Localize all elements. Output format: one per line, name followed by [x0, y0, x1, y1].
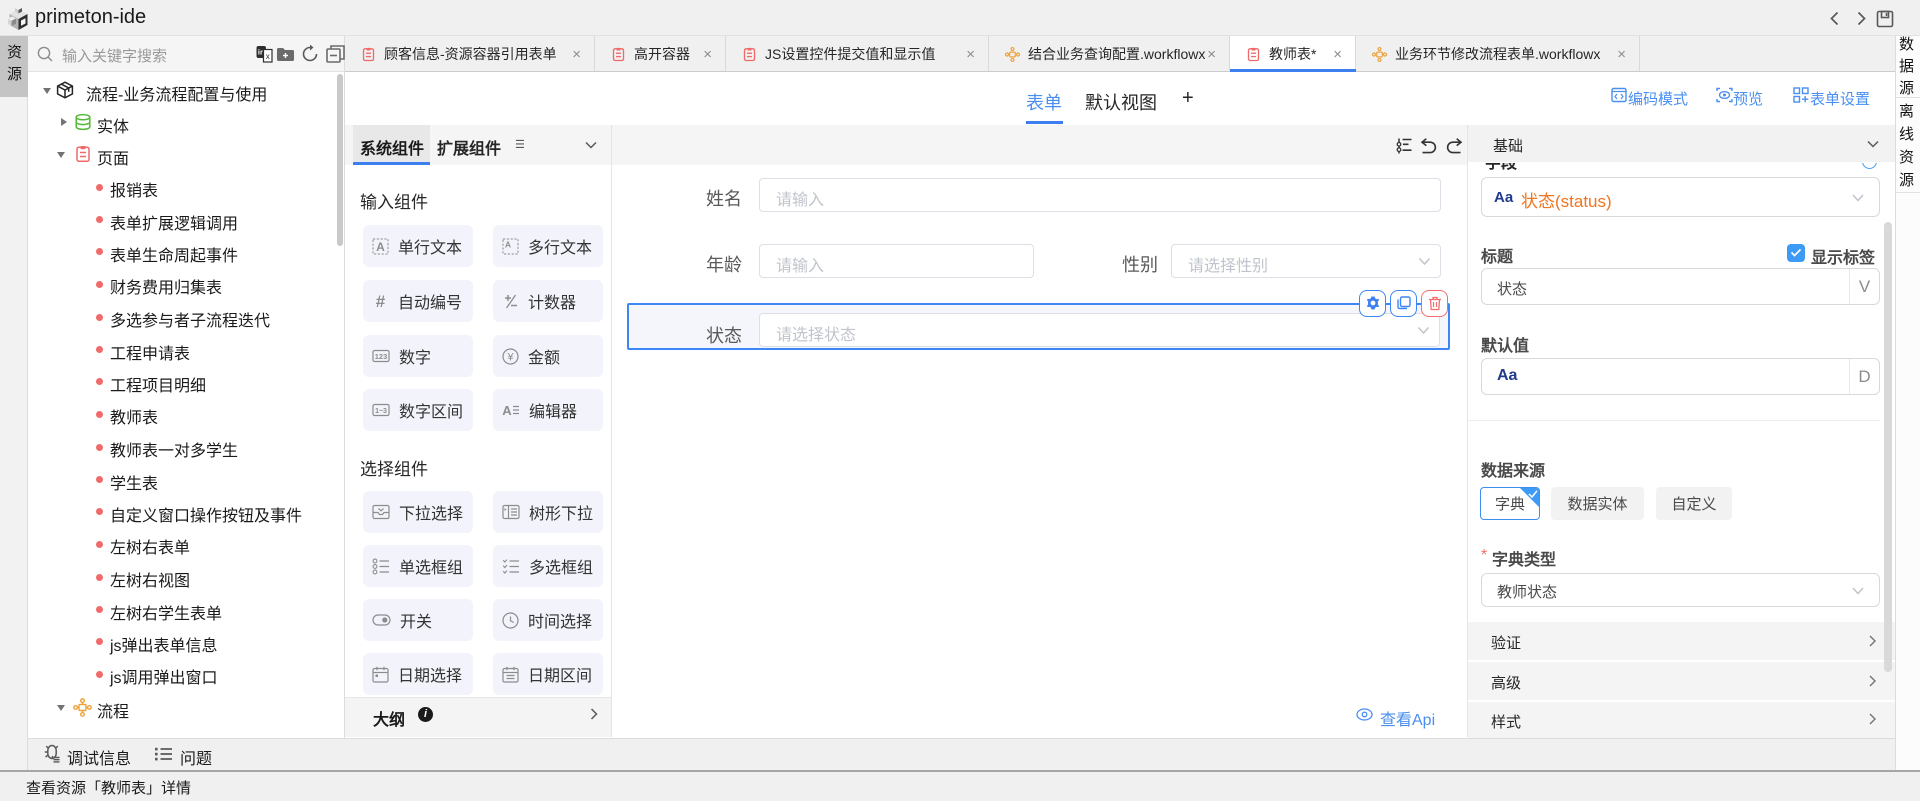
svg-text:A: A	[502, 403, 512, 418]
svg-text:A: A	[505, 239, 511, 249]
svg-text:x: x	[266, 52, 270, 61]
svg-text:1~3: 1~3	[375, 408, 387, 415]
svg-text:¥: ¥	[506, 351, 514, 363]
svg-text:123: 123	[375, 352, 388, 361]
svg-text:A: A	[376, 240, 385, 254]
svg-text:#: #	[376, 293, 386, 310]
